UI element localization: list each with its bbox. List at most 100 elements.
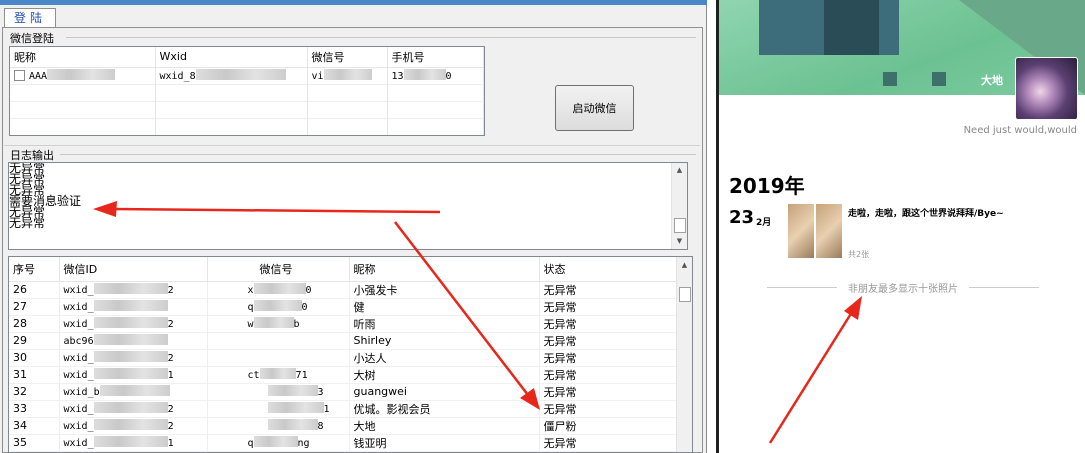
row-number: 33	[9, 400, 60, 418]
wechat-no-tail: 3	[317, 387, 324, 398]
redaction-blur	[99, 385, 170, 396]
post-month: 2月	[756, 218, 772, 228]
wechat-no-tail: 0	[305, 285, 312, 296]
post-text[interactable]: 走啦，走啦，跟这个世界说拜拜/Bye~	[848, 206, 1004, 219]
row-wechat-no: 1	[207, 400, 350, 418]
col-header-wechat-id[interactable]: 微信ID	[59, 257, 208, 282]
log-line: 无异常	[9, 172, 46, 186]
tab-login[interactable]: 登陆	[4, 8, 56, 28]
login-group-title: 微信登陆	[10, 32, 54, 45]
scroll-down-icon[interactable]: ▼	[675, 237, 684, 246]
start-wechat-button[interactable]: 启动微信	[555, 85, 634, 131]
table-row[interactable]: 34 wxid_ 2 8 大地 僵尸粉	[9, 417, 677, 435]
profile-signature: Need just would,would	[963, 125, 1077, 136]
table-row[interactable]: 31 wxid_ 1 ct 71 大树 无异常	[9, 366, 677, 384]
table-row[interactable]: 26 wxid_ 2 x 0 小强发卡 无异常	[9, 281, 677, 299]
redaction-blur	[93, 368, 168, 379]
wechat-no-tail: 1	[323, 404, 330, 415]
row-status: 无异常	[539, 383, 677, 401]
col-header-wxid[interactable]: Wxid	[155, 47, 308, 68]
col-header-nick[interactable]: 昵称	[10, 47, 156, 68]
redaction-blur	[47, 69, 116, 80]
col-header-no[interactable]: 序号	[9, 257, 60, 282]
log-line: 无异常	[9, 183, 46, 197]
table-row[interactable]: 28 wxid_ 2 w b 听雨 无异常	[9, 315, 677, 333]
scroll-up-icon[interactable]: ▲	[675, 166, 684, 175]
col-header-status[interactable]: 状态	[539, 257, 677, 282]
log-scrollbar[interactable]: ▲ ▼	[671, 163, 687, 249]
scroll-thumb[interactable]	[674, 218, 686, 233]
row-wechat-id: wxid_ 2	[59, 400, 208, 418]
wechat-id-tail: 2	[167, 285, 174, 296]
post-photo[interactable]	[816, 204, 842, 258]
redaction-blur	[259, 368, 296, 379]
col-header-wechat-no[interactable]: 微信号	[207, 257, 350, 282]
tool-window: 登陆 微信登陆 昵称 Wxid 微信号 手机号 AAA wxid_8 vi 13…	[0, 0, 707, 453]
log-output-textarea[interactable]: 无异常 无异常 无异常 需要消息验证 无异常 无异常 ▲ ▼	[8, 162, 688, 250]
account-weixin: vi	[311, 71, 324, 82]
redaction-blur	[93, 351, 168, 362]
row-number: 27	[9, 298, 60, 316]
post-year: 2019年	[729, 174, 805, 198]
row-number: 28	[9, 315, 60, 333]
row-number: 29	[9, 332, 60, 350]
redaction-blur	[93, 436, 168, 447]
table-row[interactable]: 29 abc96 Shirley 无异常	[9, 332, 677, 350]
contacts-scrollbar[interactable]: ▲	[676, 257, 692, 452]
table-row[interactable]: 27 wxid_ q 0 健无异常	[9, 298, 677, 316]
log-line: 无异常	[9, 162, 46, 175]
wechat-no-tail: ng	[297, 438, 310, 449]
friend-limit-notice: 非朋友最多显示十张照片	[767, 280, 1039, 295]
row-wechat-no: 3	[207, 383, 350, 401]
row-status: 无异常	[539, 298, 677, 316]
wechat-id-text: wxid_	[63, 285, 94, 296]
account-row[interactable]: AAA wxid_8 vi 13 0	[10, 67, 484, 85]
account-checkbox[interactable]	[14, 70, 25, 81]
redaction-blur	[267, 385, 318, 396]
scroll-up-icon[interactable]: ▲	[680, 261, 689, 270]
wechat-id-tail: 1	[167, 370, 174, 381]
row-wechat-id: wxid_b	[59, 383, 208, 401]
log-line: 需要消息验证	[9, 194, 82, 208]
wechat-id-text: wxid_	[63, 319, 94, 330]
wechat-id-text: wxid_	[63, 302, 94, 313]
wechat-id-text: wxid_	[63, 438, 94, 449]
wechat-no-tail: 8	[317, 421, 324, 432]
redaction-blur	[403, 69, 446, 80]
cover-decor	[883, 72, 897, 86]
table-row[interactable]: 33 wxid_ 2 1 优城。影视会员 无异常	[9, 400, 677, 418]
post-day: 23	[729, 207, 755, 228]
wechat-id-tail: 2	[167, 404, 174, 415]
post-photo[interactable]	[788, 204, 814, 258]
redaction-blur	[93, 419, 168, 430]
redaction-blur	[253, 283, 306, 294]
table-row[interactable]: 30 wxid_ 2 小达人 无异常	[9, 349, 677, 367]
wechat-no-text: ct	[247, 370, 260, 381]
row-nickname: 钱亚明	[349, 434, 540, 452]
row-wechat-no: 8	[207, 417, 350, 435]
redaction-blur	[253, 317, 294, 328]
row-wechat-id: wxid_ 1	[59, 434, 208, 452]
col-header-weixin[interactable]: 微信号	[307, 47, 388, 68]
log-line: 无异常	[9, 205, 46, 219]
contacts-table: 序号 微信ID 微信号 昵称 状态 26 wxid_ 2 x 0 小强发卡 无异常 27 wxi…	[8, 256, 693, 453]
photo-count: 共2张	[848, 250, 870, 259]
title-bar	[0, 0, 707, 5]
col-header-phone[interactable]: 手机号	[387, 47, 484, 68]
redaction-blur	[93, 334, 168, 345]
table-row[interactable]: 32 wxid_b 3 guangwei 无异常	[9, 383, 677, 401]
col-header-nickname[interactable]: 昵称	[349, 257, 540, 282]
row-wechat-no: wb	[207, 315, 350, 333]
avatar[interactable]	[1015, 57, 1078, 120]
scroll-thumb[interactable]	[679, 287, 691, 302]
row-wechat-no: x0	[207, 281, 350, 299]
log-line: 无异常	[9, 216, 46, 230]
wechat-no-tail: 71	[295, 370, 308, 381]
row-status: 无异常	[539, 315, 677, 333]
table-row[interactable]: 35 wxid_ 1 q ng 钱亚明 无异常	[9, 434, 677, 452]
wechat-id-text: wxid_	[63, 421, 94, 432]
wechat-id-text: wxid_	[63, 370, 94, 381]
wechat-id-text: wxid_	[63, 404, 94, 415]
row-wechat-id: wxid_	[59, 298, 208, 316]
row-status: 无异常	[539, 434, 677, 452]
